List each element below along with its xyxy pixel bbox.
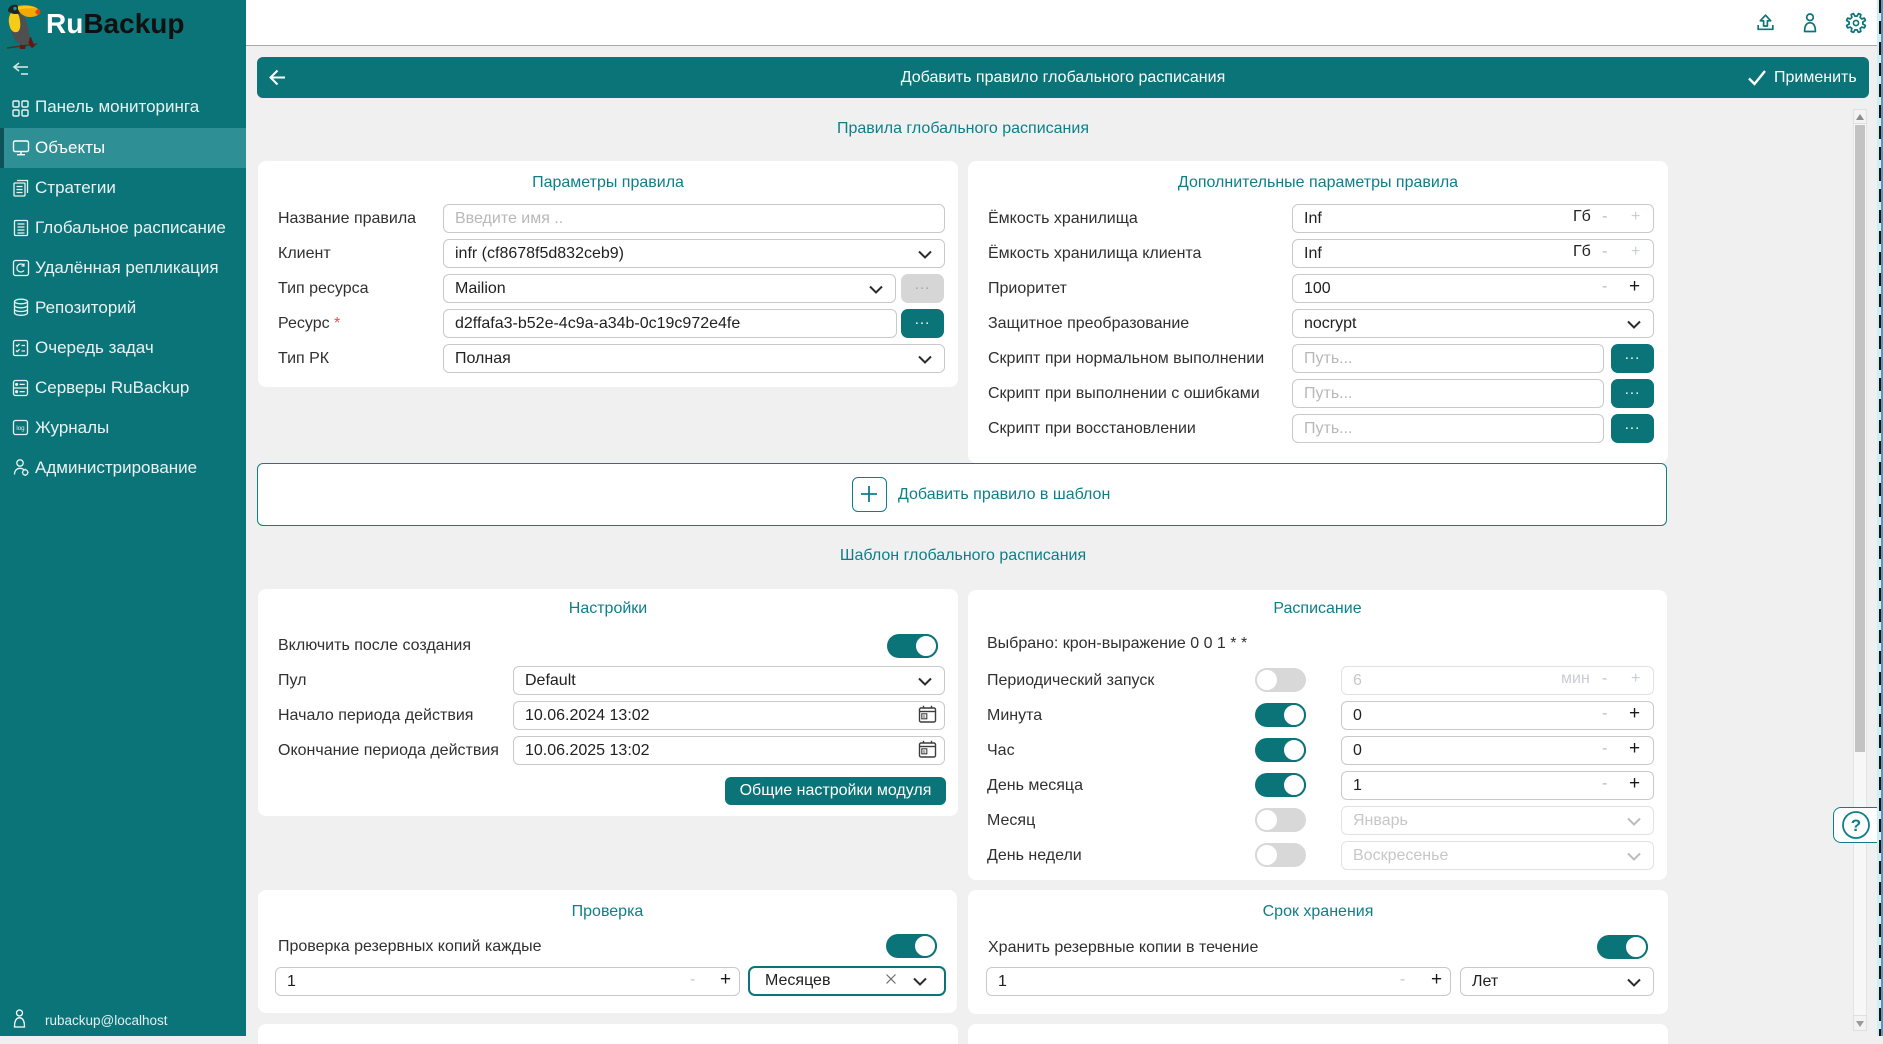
svg-text:6: 6 <box>923 714 926 719</box>
svg-text:log: log <box>16 425 25 432</box>
svg-text:6: 6 <box>923 749 926 754</box>
svg-text:?: ? <box>1851 816 1861 835</box>
